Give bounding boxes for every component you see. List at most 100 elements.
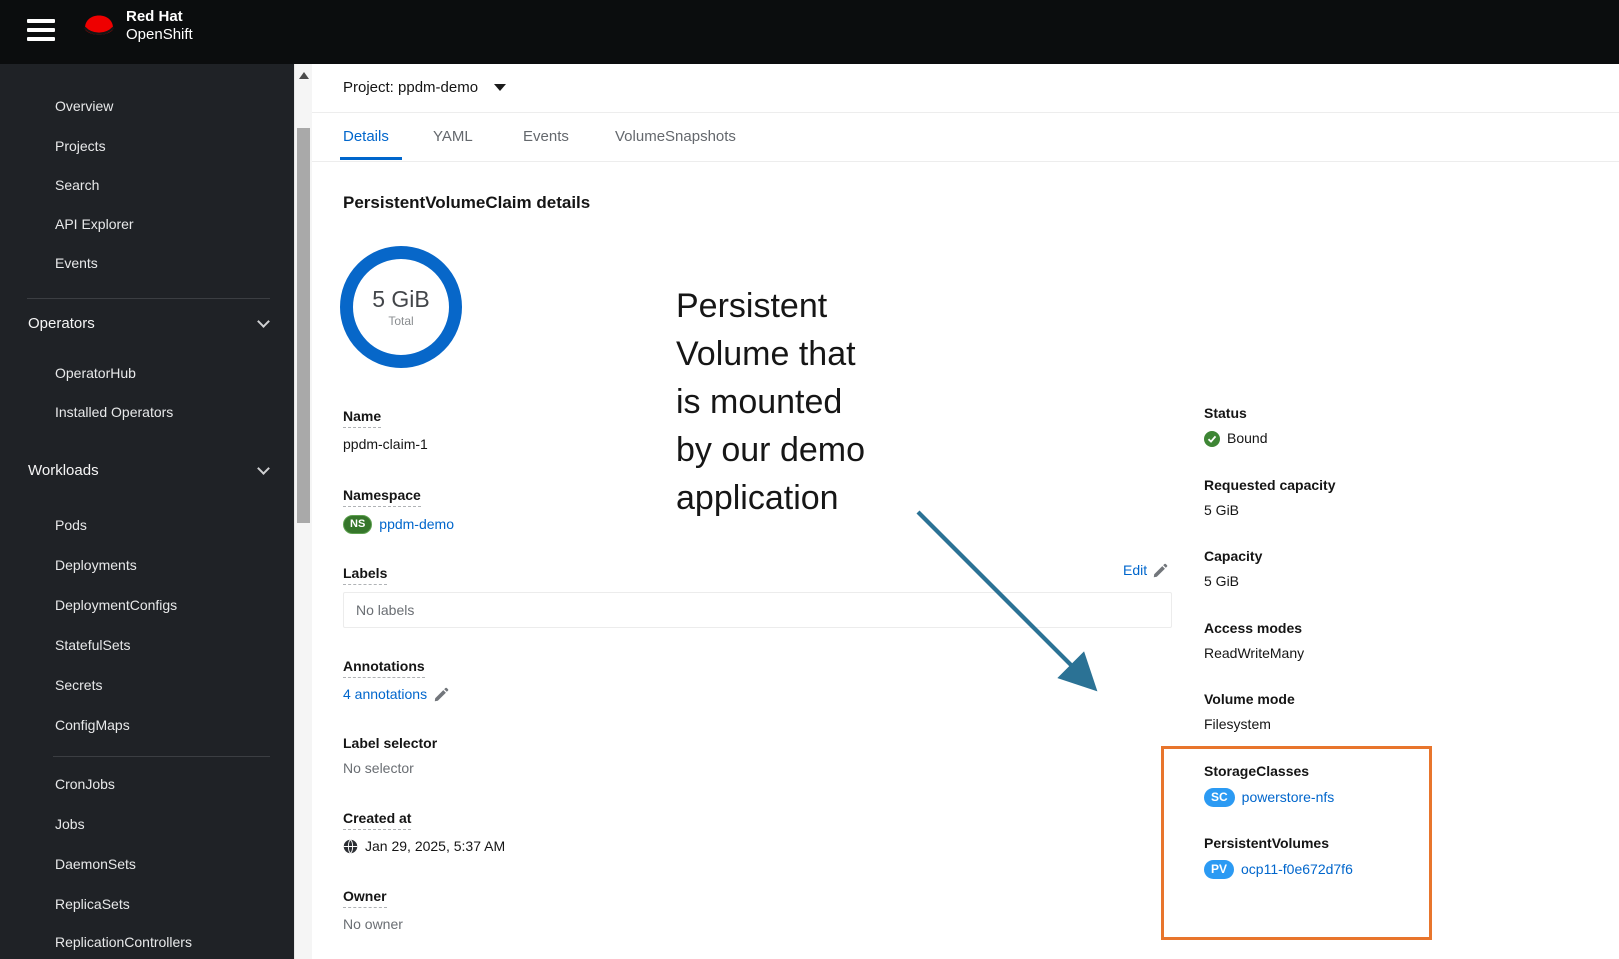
sidebar-item-events[interactable]: Events [55,255,98,271]
persistentvolume-badge: PV [1204,860,1235,879]
field-value: 5 GiB [1204,573,1240,589]
sidebar-item-secrets[interactable]: Secrets [55,677,102,693]
field-label: Owner [343,888,387,908]
field-created-at: Created at Jan 29, 2025, 5:37 AM [343,810,505,855]
field-annotations: Annotations 4 annotations [343,658,449,703]
field-label: Annotations [343,658,425,678]
divider [312,161,1619,162]
field-capacity: Capacity 5 GiB [1204,548,1262,590]
hamburger-menu-icon[interactable] [27,19,55,45]
sidebar-item-statefulsets[interactable]: StatefulSets [55,637,131,653]
masthead: Red Hat OpenShift [0,0,1619,64]
field-value: No selector [343,760,414,776]
field-persistentvolumes: PersistentVolumes PV ocp11-f0e672d7f6 [1204,835,1353,879]
annotation-line: by our demo [676,431,865,469]
chevron-down-icon [257,315,270,328]
sidebar-section-workloads[interactable]: Workloads [28,462,270,479]
field-access-modes: Access modes ReadWriteMany [1204,620,1304,662]
caret-down-icon [494,84,507,91]
capacity-donut-chart: 5 GiB Total [340,246,462,368]
field-value: 5 GiB [1204,502,1240,518]
field-value: No owner [343,916,403,932]
field-value: Jan 29, 2025, 5:37 AM [365,838,506,854]
tab-events[interactable]: Events [523,128,569,145]
namespace-link[interactable]: ppdm-demo [379,516,454,533]
namespace-badge: NS [343,515,373,534]
redhat-fedora-icon [83,15,115,35]
field-status: Status Bound [1204,405,1267,447]
field-label-selector: Label selector No selector [343,735,437,777]
annotation-note: Persistent Volume that is mounted by our… [676,282,865,522]
annotations-link[interactable]: 4 annotations [343,686,427,703]
sidebar-item-projects[interactable]: Projects [55,138,106,154]
field-label: Created at [343,810,412,830]
sidebar-item-deployments[interactable]: Deployments [55,557,137,573]
active-tab-indicator [340,157,402,160]
sidebar-item-replicasets[interactable]: ReplicaSets [55,896,130,912]
scrollbar-thumb[interactable] [297,128,310,523]
donut-value: 5 GiB [372,286,430,312]
sidebar-item-overview[interactable]: Overview [55,98,113,114]
sidebar-item-installed-operators[interactable]: Installed Operators [55,404,173,420]
sidebar-item-operatorhub[interactable]: OperatorHub [55,365,136,381]
page-title: PersistentVolumeClaim details [343,193,591,212]
field-storageclasses: StorageClasses SC powerstore-nfs [1204,763,1334,807]
annotation-line: application [676,479,839,517]
vertical-scrollbar[interactable] [294,64,312,959]
sidebar-item-cronjobs[interactable]: CronJobs [55,776,115,792]
sidebar-item-api-explorer[interactable]: API Explorer [55,216,134,232]
sidebar-item-pods[interactable]: Pods [55,517,87,533]
divider [312,112,1619,113]
sidebar-nav: Overview Projects Search API Explorer Ev… [0,64,294,959]
field-namespace: Namespace NS ppdm-demo [343,487,454,534]
donut-caption: Total [388,314,414,328]
field-value: ReadWriteMany [1204,645,1305,661]
field-requested-capacity: Requested capacity 5 GiB [1204,477,1336,519]
tab-details[interactable]: Details [343,128,389,145]
storageclass-badge: SC [1204,788,1235,807]
sidebar-item-search[interactable]: Search [55,177,99,193]
chevron-down-icon [257,462,270,475]
tab-yaml[interactable]: YAML [433,128,473,145]
field-label: Requested capacity [1204,477,1336,493]
sidebar-divider [27,298,270,299]
scroll-up-arrow-icon[interactable] [299,72,309,79]
labels-input[interactable]: No labels [343,592,1172,628]
sidebar-item-daemonsets[interactable]: DaemonSets [55,856,136,872]
field-label: Status [1204,405,1247,421]
openshift-console: Red Hat OpenShift Overview Projects Sear… [0,0,1619,959]
sidebar-item-jobs[interactable]: Jobs [55,816,85,832]
edit-label: Edit [1123,562,1148,578]
pencil-icon[interactable] [434,687,449,702]
project-selector-label: Project: ppdm-demo [343,79,479,96]
project-selector[interactable]: Project: ppdm-demo [343,79,507,96]
brand-line-2: OpenShift [126,26,193,43]
field-label: Labels [343,565,388,585]
field-label: Namespace [343,487,421,507]
sidebar-section-operators[interactable]: Operators [28,315,270,332]
field-value: Filesystem [1204,716,1271,732]
field-label: Capacity [1204,548,1263,564]
edit-labels-button[interactable]: Edit [1123,562,1168,578]
tab-volumesnapshots[interactable]: VolumeSnapshots [615,128,736,145]
success-check-icon [1204,430,1220,447]
storageclass-link[interactable]: powerstore-nfs [1242,789,1335,806]
persistentvolume-link[interactable]: ocp11-f0e672d7f6 [1241,861,1353,878]
sidebar-divider [53,756,270,757]
sidebar-item-deploymentconfigs[interactable]: DeploymentConfigs [55,597,177,613]
field-label: PersistentVolumes [1204,835,1330,851]
field-labels: Labels [343,565,388,585]
field-name: Name ppdm-claim-1 [343,408,428,453]
field-volume-mode: Volume mode Filesystem [1204,691,1295,733]
sidebar-section-label: Operators [28,315,95,332]
sidebar-section-label: Workloads [28,462,99,479]
redhat-openshift-logo[interactable]: Red Hat OpenShift [80,8,193,44]
annotation-line: Persistent [676,287,828,325]
field-value: ppdm-claim-1 [343,436,428,452]
field-label: StorageClasses [1204,763,1310,779]
field-label: Volume mode [1204,691,1295,707]
brand-line-1: Red Hat [126,8,183,25]
sidebar-item-configmaps[interactable]: ConfigMaps [55,717,130,733]
pencil-icon [1153,563,1168,577]
sidebar-item-replicationcontrollers[interactable]: ReplicationControllers [55,934,192,950]
